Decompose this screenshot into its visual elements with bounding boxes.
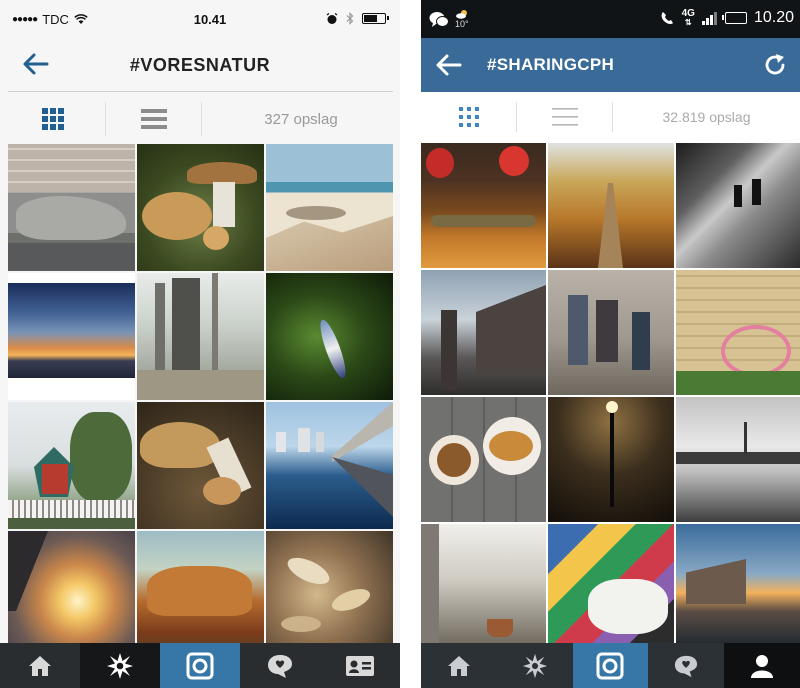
photo-thumbnail[interactable] [266,273,393,400]
profile-icon [751,654,774,678]
grid-view-button[interactable] [421,96,516,138]
tab-explore[interactable] [80,643,160,688]
data-arrows: ⇅ [684,18,692,27]
ios-phone-screen: ●●●●● TDC 10.41 #VORESNATUR 327 opslag [0,0,400,688]
signal-strength-icon [701,12,717,25]
home-icon [29,655,51,676]
grid-view-button[interactable] [0,98,105,140]
photo-thumbnail[interactable] [137,531,264,658]
wifi-icon [74,14,88,24]
photo-thumbnail[interactable] [266,144,393,271]
tab-camera[interactable] [572,643,649,688]
profile-card-icon [346,655,374,676]
photo-grid [421,143,800,649]
alarm-icon [326,12,338,24]
photo-thumbnail[interactable] [676,397,800,522]
bluetooth-icon [346,12,354,25]
status-bar: ●●●●● TDC 10.41 [0,0,400,40]
photo-thumbnail[interactable] [421,524,546,649]
network-type: 4G ⇅ [681,8,695,28]
clock: 10.41 [193,12,227,27]
photo-thumbnail[interactable] [137,144,264,271]
camera-icon [186,652,214,679]
photo-thumbnail[interactable] [548,397,674,522]
tab-explore[interactable] [497,643,573,688]
tab-bar [421,643,800,688]
carrier-info: ●●●●● TDC [12,12,88,27]
navigation-bar: #VORESNATUR [0,40,400,90]
photo-thumbnail[interactable] [548,270,674,395]
chat-app-icon [429,11,449,27]
battery-icon [721,12,747,24]
tab-bar [0,643,400,688]
list-icon [140,109,167,129]
explore-icon [107,652,133,679]
temperature: 10° [455,19,469,29]
clock: 10.20 [753,9,794,26]
photo-thumbnail[interactable] [421,143,546,268]
android-phone-screen: 10° 4G ⇅ 10.20 #SHARINGCPH 32.819 opslag [421,0,800,688]
view-toggle-bar: 327 opslag [0,98,400,140]
hashtag-title: #SHARINGCPH [487,55,615,74]
tab-profile[interactable] [724,643,800,688]
home-icon [447,655,470,676]
explore-icon [522,653,547,678]
tab-profile[interactable] [320,643,400,688]
signal-strength-dots: ●●●●● [12,14,38,25]
activity-icon [675,655,698,677]
photo-thumbnail[interactable] [421,397,546,522]
tab-home[interactable] [0,643,80,688]
grid-icon [41,108,64,130]
photo-thumbnail[interactable] [548,524,674,649]
photo-thumbnail[interactable] [8,273,135,400]
battery-icon [362,13,389,24]
photo-thumbnail[interactable] [421,270,546,395]
tab-activity[interactable] [240,643,320,688]
photo-thumbnail[interactable] [266,402,393,529]
photo-thumbnail[interactable] [8,531,135,658]
post-count: 32.819 opslag [662,109,751,125]
list-view-button[interactable] [106,98,201,140]
post-count: 327 opslag [264,110,338,128]
list-view-button[interactable] [517,96,612,138]
photo-thumbnail[interactable] [676,270,800,395]
nav-divider [8,91,393,92]
grid-icon [458,107,479,127]
status-bar: 10° 4G ⇅ 10.20 [421,0,800,38]
back-arrow-icon[interactable] [434,50,464,80]
photo-thumbnail[interactable] [137,402,264,529]
back-arrow-icon[interactable] [20,48,52,80]
tab-home[interactable] [421,643,497,688]
photo-thumbnail[interactable] [8,144,135,271]
tab-activity[interactable] [648,643,724,688]
weather-icon [456,10,467,19]
photo-thumbnail[interactable] [8,402,135,529]
photo-thumbnail[interactable] [676,143,800,268]
list-icon [551,108,578,126]
photo-thumbnail[interactable] [137,273,264,400]
photo-thumbnail[interactable] [548,143,674,268]
camera-icon [596,652,624,679]
carrier-name: TDC [42,12,69,27]
activity-icon [268,654,292,678]
silent-mode-icon [661,11,673,24]
refresh-icon[interactable] [762,52,788,78]
photo-grid [8,144,393,658]
photo-thumbnail[interactable] [676,524,800,649]
action-bar: #SHARINGCPH [421,38,800,92]
photo-thumbnail[interactable] [266,531,393,658]
tab-camera[interactable] [160,643,240,688]
view-toggle-bar: 32.819 opslag [421,96,800,138]
hashtag-title: #VORESNATUR [129,55,271,75]
